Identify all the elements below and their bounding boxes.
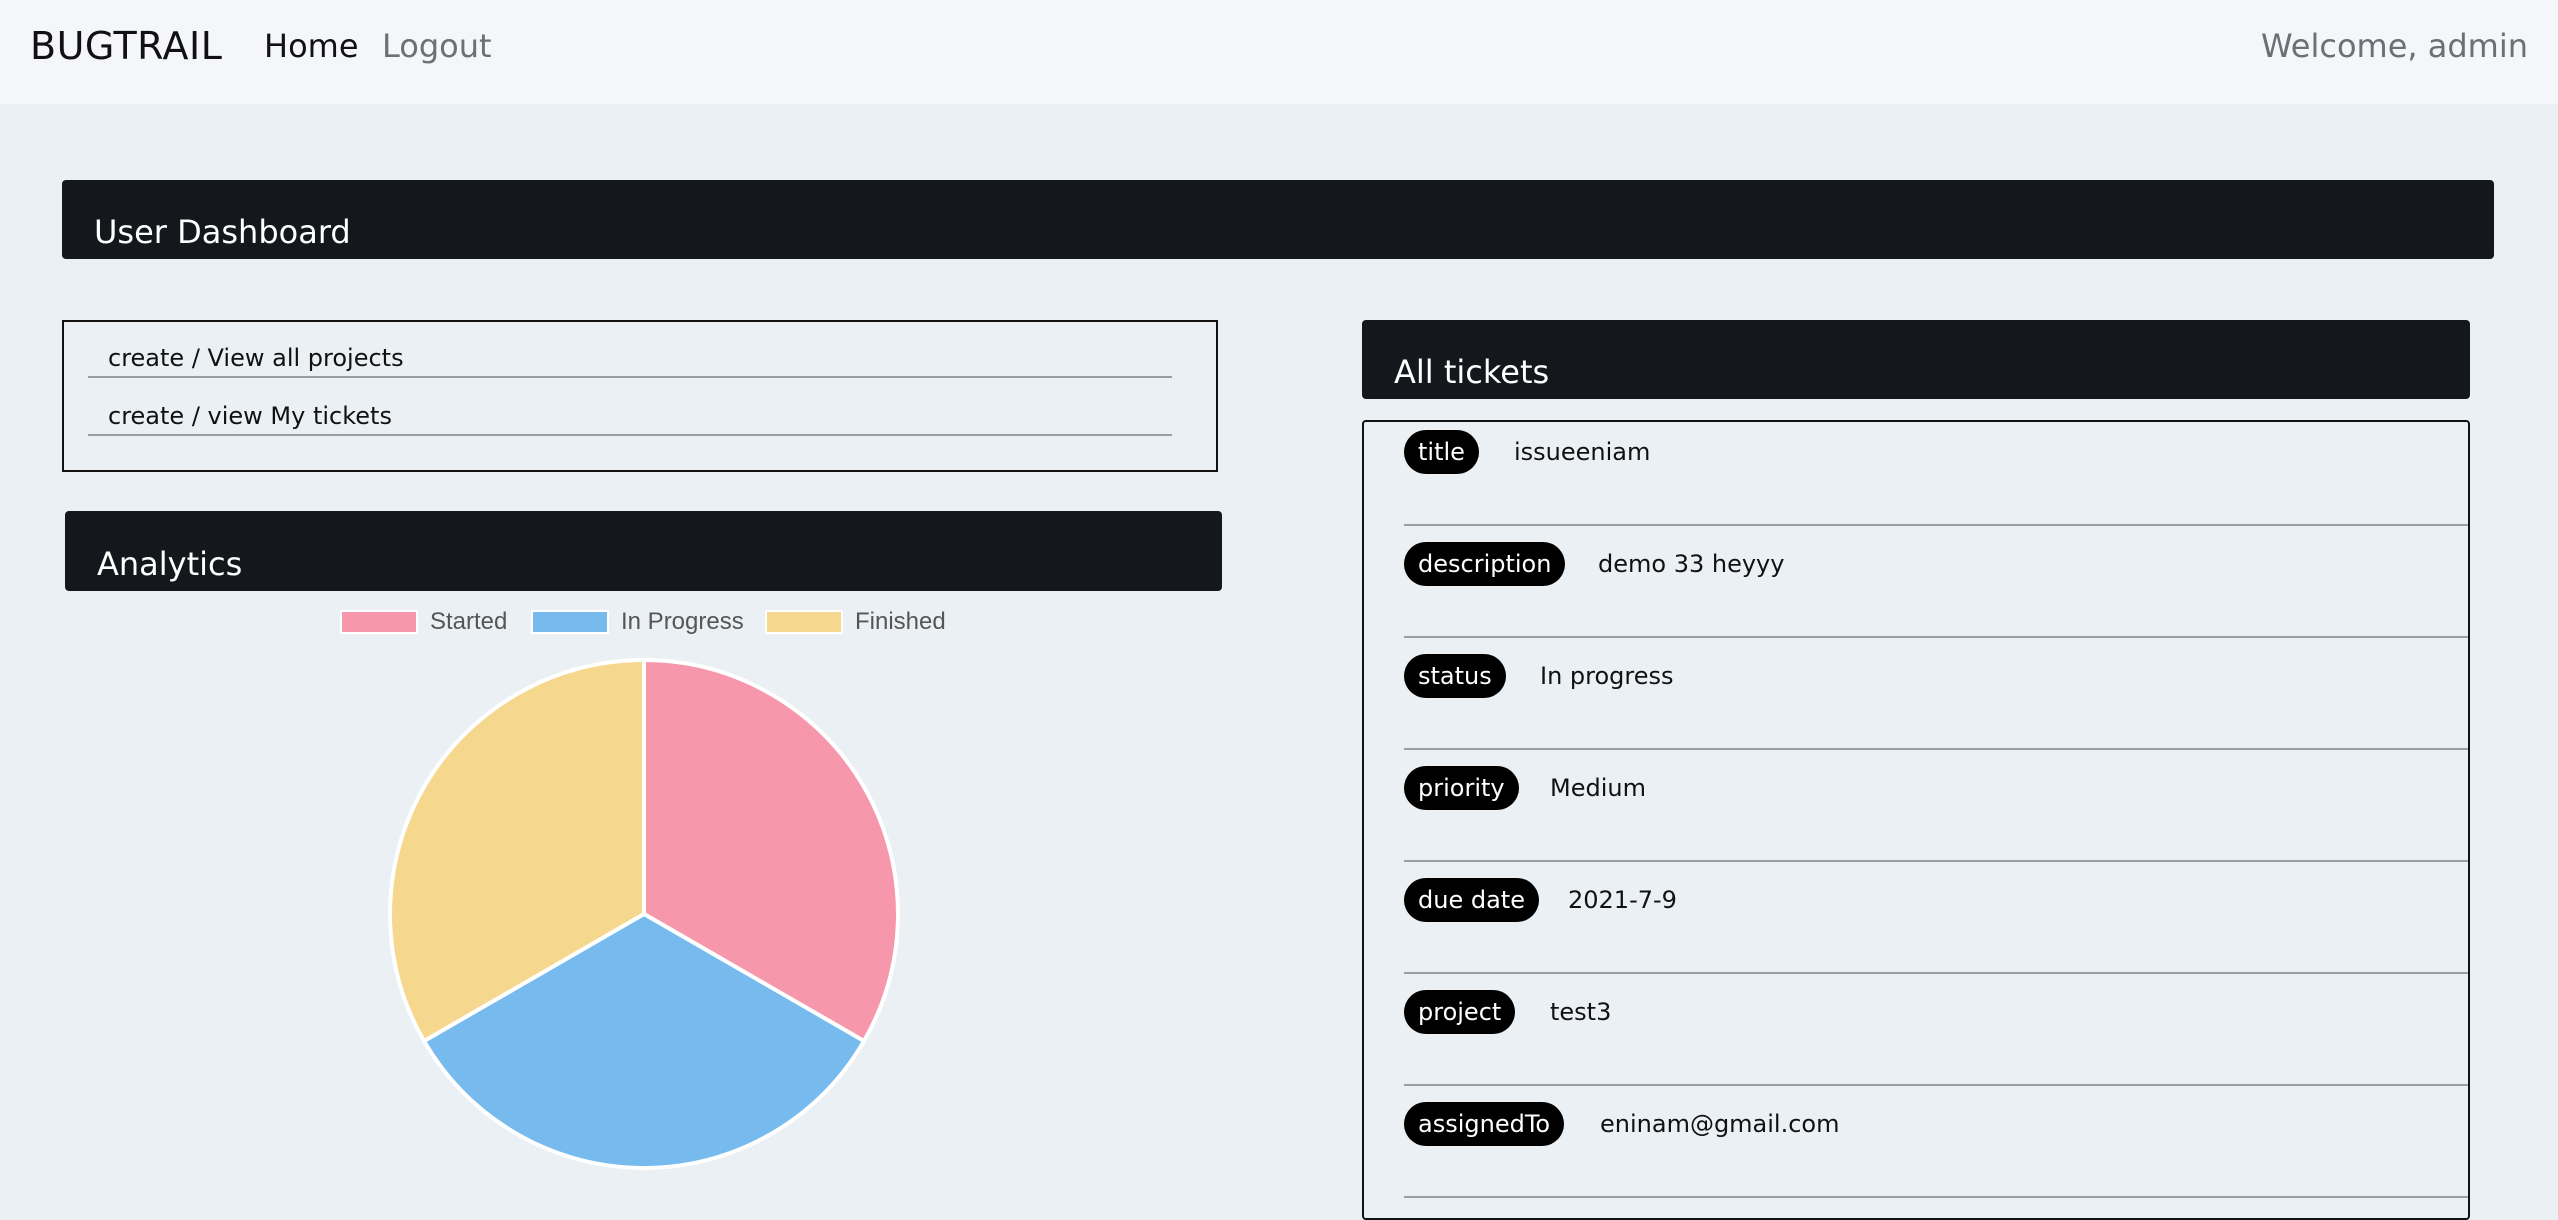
ticket-field-value: In progress (1540, 662, 1674, 690)
view-projects-link-label: create / View all projects (108, 344, 404, 372)
view-projects-link[interactable]: create / View all projects (88, 342, 1172, 378)
ticket-field-row: title issueeniam (1404, 422, 2468, 526)
ticket-field-value: test3 (1550, 998, 1612, 1026)
legend-item-finished[interactable]: Finished (765, 608, 946, 636)
ticket-field-row: status In progress (1404, 638, 2468, 750)
status-pie-chart (380, 650, 900, 1170)
ticket-field-badge: description (1404, 542, 1566, 586)
ticket-field-value: issueeniam (1514, 438, 1651, 466)
analytics-title: Analytics (97, 545, 243, 583)
legend-swatch-started (340, 610, 418, 634)
ticket-field-value: demo 33 heyyy (1598, 550, 1785, 578)
ticket-field-row: priority Medium (1404, 750, 2468, 862)
legend-item-started[interactable]: Started (340, 608, 507, 636)
ticket-field-row: project test3 (1404, 974, 2468, 1086)
dashboard-header: User Dashboard (62, 180, 2494, 259)
nav-home-link[interactable]: Home (264, 27, 359, 65)
legend-label-in-progress: In Progress (621, 608, 744, 635)
ticket-field-badge: project (1404, 990, 1516, 1034)
ticket-field-value: eninam@gmail.com (1600, 1110, 1840, 1138)
ticket-field-row: description demo 33 heyyy (1404, 526, 2468, 638)
nav-logout-link[interactable]: Logout (382, 27, 492, 65)
ticket-field-badge: assignedTo (1404, 1102, 1565, 1146)
project-links-panel: create / View all projects create / view… (62, 320, 1218, 472)
welcome-text: Welcome, admin (2261, 27, 2528, 65)
legend-item-in-progress[interactable]: In Progress (531, 608, 744, 636)
dashboard-title: User Dashboard (94, 213, 351, 251)
legend-label-started: Started (430, 608, 508, 635)
ticket-details-panel: title issueeniam description demo 33 hey… (1362, 420, 2470, 1220)
tickets-header: All tickets (1362, 320, 2470, 399)
pie-chart-svg (388, 657, 900, 1170)
top-navbar: BUGTRAIL Home Logout Welcome, admin (0, 0, 2558, 104)
brand-logo[interactable]: BUGTRAIL (30, 24, 222, 68)
ticket-field-badge: priority (1404, 766, 1519, 810)
ticket-field-value: Medium (1550, 774, 1646, 802)
ticket-field-row: due date 2021-7-9 (1404, 862, 2468, 974)
legend-label-finished: Finished (855, 608, 946, 635)
analytics-header: Analytics (65, 511, 1222, 591)
view-tickets-link[interactable]: create / view My tickets (88, 400, 1172, 436)
ticket-field-value: 2021-7-9 (1568, 886, 1677, 914)
ticket-field-badge: title (1404, 430, 1479, 474)
view-tickets-link-label: create / view My tickets (108, 402, 392, 430)
tickets-title: All tickets (1394, 353, 1550, 391)
legend-swatch-in-progress (531, 610, 609, 634)
legend-swatch-finished (765, 610, 843, 634)
ticket-field-row: assignedTo eninam@gmail.com (1404, 1086, 2468, 1198)
ticket-field-badge: due date (1404, 878, 1539, 922)
ticket-field-badge: status (1404, 654, 1506, 698)
